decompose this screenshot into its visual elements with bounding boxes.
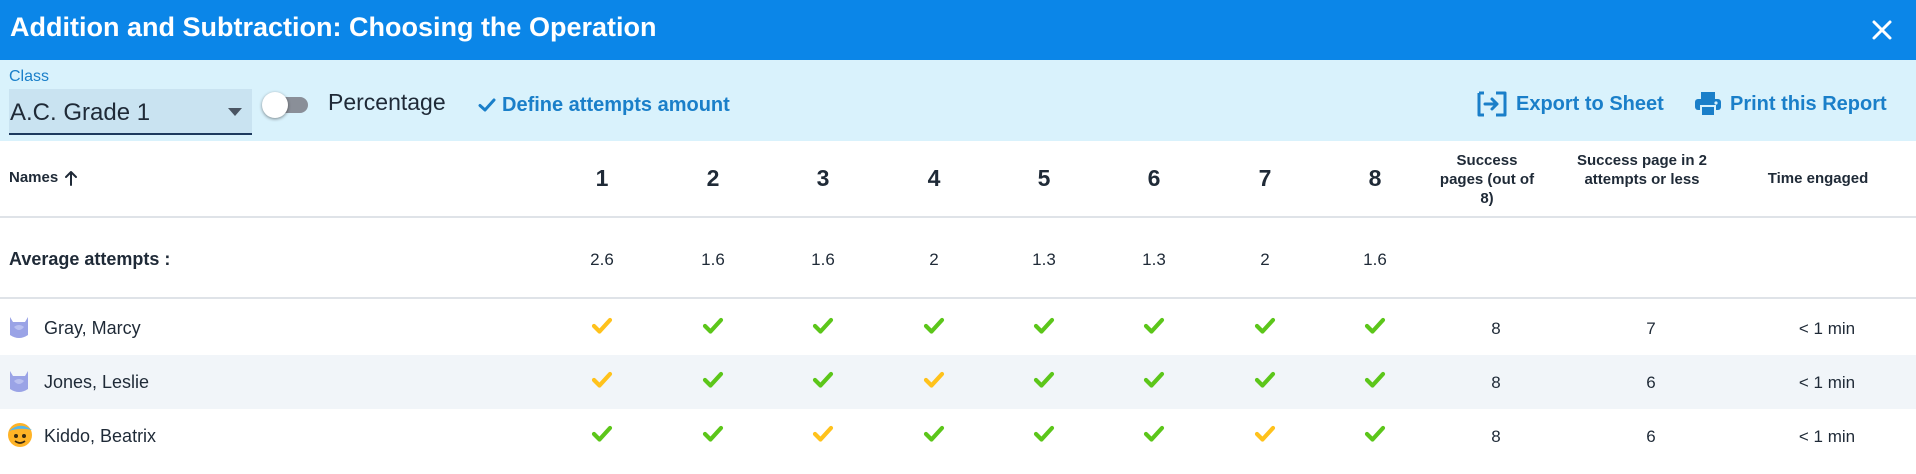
checkmark-icon <box>1364 317 1386 334</box>
checkmark-icon <box>1033 371 1055 388</box>
checkmark-icon <box>478 98 496 112</box>
avatar <box>6 313 32 341</box>
success-in-two-value: 6 <box>1646 427 1656 446</box>
success-pages-value: 8 <box>1491 427 1501 446</box>
time-engaged-value: < 1 min <box>1798 373 1856 392</box>
success-in-two-value: 7 <box>1646 319 1656 338</box>
table-header-row: Names 1 2 3 4 5 6 7 8 Success pages (out… <box>0 141 1916 218</box>
close-button[interactable] <box>1866 14 1898 46</box>
class-select[interactable]: A.C. Grade 1 <box>9 89 252 135</box>
page-header-1: 1 <box>595 165 609 191</box>
checkmark-icon <box>923 371 945 388</box>
checkmark-icon <box>1364 371 1386 388</box>
export-to-sheet-button[interactable]: Export to Sheet <box>1476 88 1664 120</box>
chevron-down-icon <box>228 108 242 116</box>
report-title: Addition and Subtraction: Choosing the O… <box>10 12 657 42</box>
checkmark-icon <box>1143 371 1165 388</box>
page-header-8: 8 <box>1368 165 1382 191</box>
checkmark-icon <box>1143 317 1165 334</box>
student-name[interactable]: Kiddo, Beatrix <box>44 426 156 447</box>
arrow-up-icon <box>65 170 78 186</box>
page-header-3: 3 <box>816 165 830 191</box>
percentage-label: Percentage <box>328 89 446 115</box>
checkmark-icon <box>812 425 834 442</box>
page-header-7: 7 <box>1258 165 1272 191</box>
print-report-button[interactable]: Print this Report <box>1694 88 1887 120</box>
time-engaged-value: < 1 min <box>1798 319 1856 338</box>
title-bar: Addition and Subtraction: Choosing the O… <box>0 0 1916 60</box>
names-header-label: Names <box>9 169 59 186</box>
student-name[interactable]: Gray, Marcy <box>44 318 141 339</box>
class-label: Class <box>9 68 50 85</box>
page-header-4: 4 <box>927 165 941 191</box>
checkmark-icon <box>923 425 945 442</box>
export-label: Export to Sheet <box>1516 92 1664 115</box>
checkmark-icon <box>702 371 724 388</box>
average-value: 2 <box>929 250 939 269</box>
toggle-knob <box>262 92 288 118</box>
page-header-6: 6 <box>1147 165 1161 191</box>
checkmark-icon <box>591 425 613 442</box>
average-value: 1.3 <box>1142 250 1166 269</box>
student-name[interactable]: Jones, Leslie <box>44 372 149 393</box>
checkmark-icon <box>1254 371 1276 388</box>
checkmark-icon <box>1364 425 1386 442</box>
checkmark-icon <box>812 371 834 388</box>
success-pages-value: 8 <box>1491 373 1501 392</box>
success-pages-value: 8 <box>1491 319 1501 338</box>
checkmark-icon <box>1254 317 1276 334</box>
print-label: Print this Report <box>1730 92 1887 115</box>
checkmark-icon <box>591 317 613 334</box>
checkmark-icon <box>1254 425 1276 442</box>
checkmark-icon <box>702 425 724 442</box>
percentage-toggle[interactable] <box>262 92 310 118</box>
success-pages-header: Success pages (out of 8) <box>1439 152 1535 207</box>
average-value: 1.6 <box>811 250 835 269</box>
average-attempts-label: Average attempts : <box>9 249 171 269</box>
time-engaged-value: < 1 min <box>1798 427 1856 446</box>
checkmark-icon <box>702 317 724 334</box>
table-row: Gray, Marcy 8 7 < 1 min <box>0 301 1916 355</box>
average-value: 1.3 <box>1032 250 1056 269</box>
printer-icon <box>1695 92 1721 117</box>
names-sort-header[interactable]: Names <box>9 169 78 186</box>
average-value: 1.6 <box>1363 250 1387 269</box>
table-row: Kiddo, Beatrix 8 6 < 1 min <box>0 409 1916 463</box>
export-icon <box>1477 91 1507 117</box>
close-icon <box>1872 20 1892 40</box>
success-in-two-value: 6 <box>1646 373 1656 392</box>
avatar <box>6 421 32 449</box>
average-value: 1.6 <box>701 250 725 269</box>
report-toolbar: Class A.C. Grade 1 Percentage Define att… <box>0 60 1916 141</box>
checkmark-icon <box>591 371 613 388</box>
page-header-2: 2 <box>706 165 720 191</box>
checkmark-icon <box>1033 425 1055 442</box>
avatar <box>6 367 32 395</box>
average-value: 2 <box>1260 250 1270 269</box>
page-header-5: 5 <box>1037 165 1051 191</box>
time-engaged-header: Time engaged <box>1767 170 1869 187</box>
define-attempts-label: Define attempts amount <box>502 93 730 116</box>
checkmark-icon <box>1143 425 1165 442</box>
define-attempts-link[interactable]: Define attempts amount <box>478 92 730 118</box>
success-in-two-header: Success page in 2 attempts or less <box>1576 152 1708 188</box>
class-select-value: A.C. Grade 1 <box>10 99 151 126</box>
average-attempts-row: Average attempts : 2.6 1.6 1.6 2 1.3 1.3… <box>0 218 1916 299</box>
checkmark-icon <box>1033 317 1055 334</box>
average-value: 2.6 <box>590 250 614 269</box>
checkmark-icon <box>812 317 834 334</box>
table-row: Jones, Leslie 8 6 < 1 min <box>0 355 1916 409</box>
checkmark-icon <box>923 317 945 334</box>
